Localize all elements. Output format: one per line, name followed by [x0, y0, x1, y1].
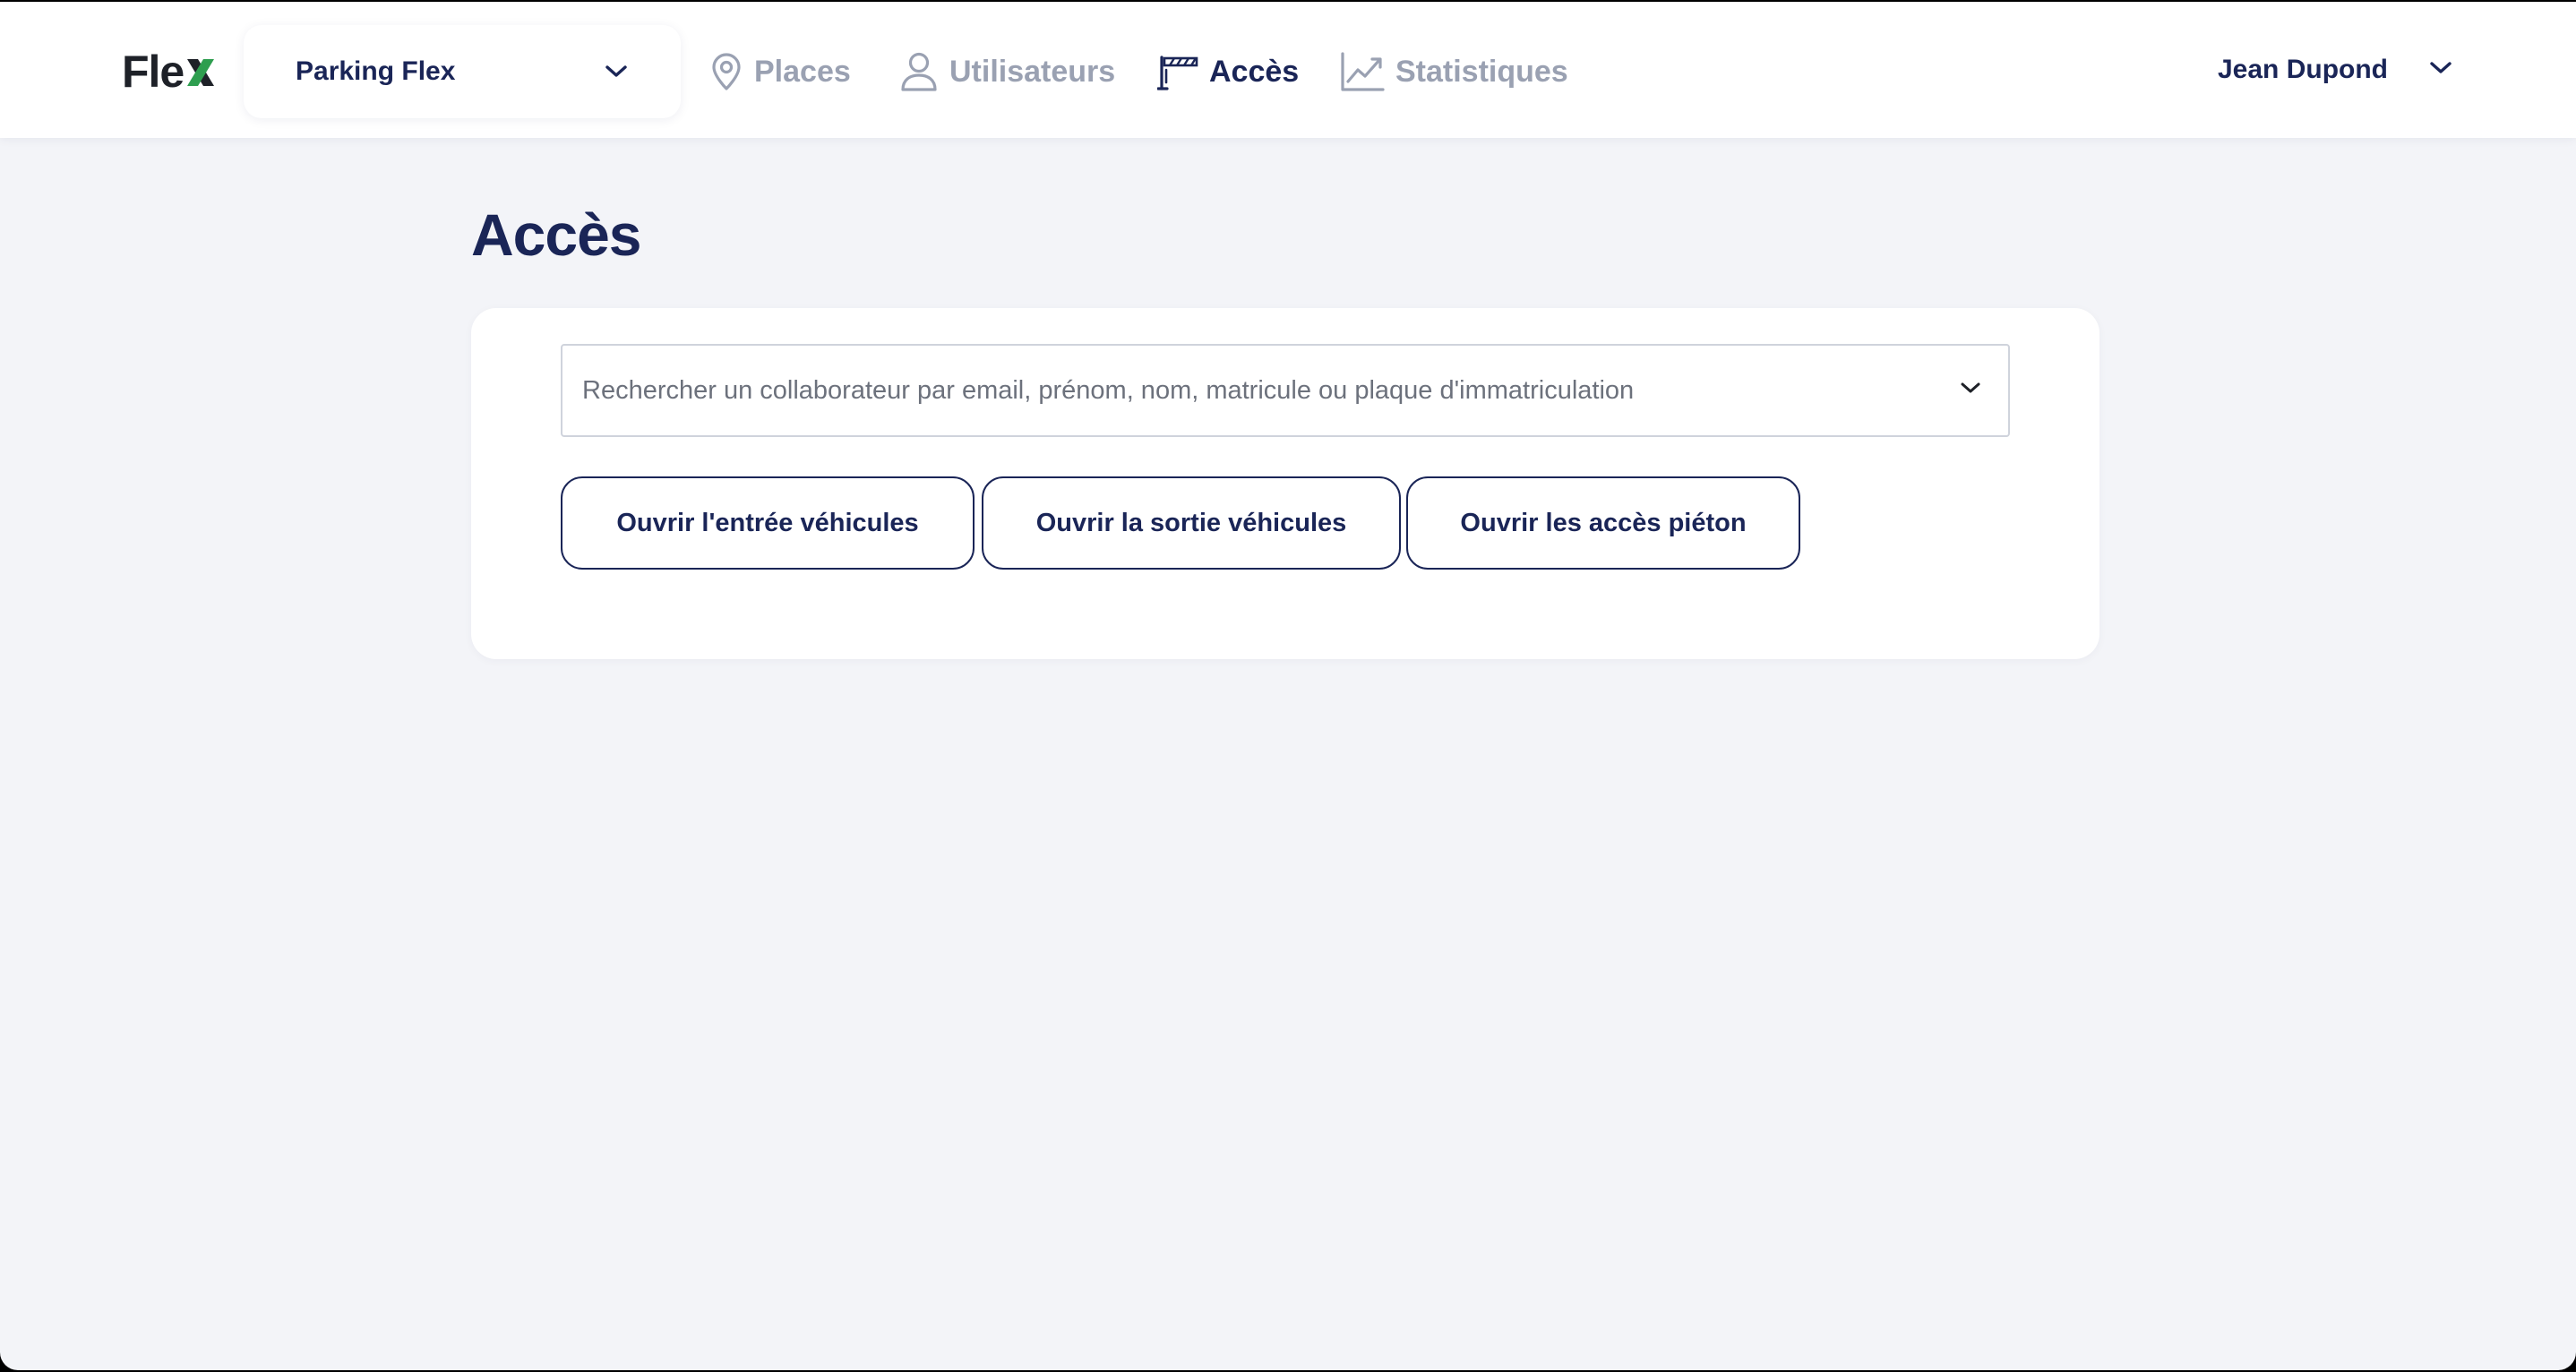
- nav-item-places[interactable]: Places: [709, 47, 851, 97]
- nav-item-places-label: Places: [754, 54, 851, 89]
- open-vehicle-exit-button[interactable]: Ouvrir la sortie véhicules: [982, 476, 1401, 570]
- parking-site-select[interactable]: Parking Flex: [244, 25, 681, 118]
- access-control-card: Rechercher un collaborateur par email, p…: [471, 308, 2099, 659]
- chevron-down-icon: [604, 59, 629, 84]
- chevron-down-icon: [2429, 61, 2452, 80]
- page-title: Accès: [471, 202, 641, 268]
- chevron-down-icon[interactable]: [1960, 382, 1981, 400]
- app-window: Fle x Parking Flex Places: [0, 2, 2576, 1370]
- nav-item-utilisateurs[interactable]: Utilisateurs: [899, 47, 1115, 97]
- nav-item-statistiques[interactable]: Statistiques: [1340, 47, 1568, 97]
- logo-x-mark: x: [185, 54, 216, 90]
- user-icon: [901, 52, 937, 91]
- map-pin-icon: [712, 53, 741, 90]
- user-account-menu[interactable]: Jean Dupond: [2218, 47, 2452, 93]
- top-navigation-bar: Fle x Parking Flex Places: [0, 2, 2576, 138]
- nav-item-statistiques-label: Statistiques: [1395, 54, 1568, 89]
- flex-logo[interactable]: Fle x: [122, 47, 216, 97]
- trend-chart-icon: [1341, 52, 1385, 91]
- user-name: Jean Dupond: [2218, 55, 2389, 84]
- nav-item-acces[interactable]: Accès: [1157, 47, 1299, 97]
- parking-site-select-value: Parking Flex: [296, 56, 456, 86]
- search-placeholder: Rechercher un collaborateur par email, p…: [582, 375, 1635, 405]
- barrier-gate-icon: [1157, 56, 1198, 90]
- nav-item-utilisateurs-label: Utilisateurs: [949, 54, 1116, 89]
- nav-item-acces-label: Accès: [1209, 54, 1300, 89]
- open-pedestrian-access-button[interactable]: Ouvrir les accès piéton: [1406, 476, 1800, 570]
- logo-text: Fle: [122, 47, 185, 97]
- open-vehicle-entry-button[interactable]: Ouvrir l'entrée véhicules: [561, 476, 975, 570]
- collaborator-search-select[interactable]: Rechercher un collaborateur par email, p…: [561, 344, 2010, 437]
